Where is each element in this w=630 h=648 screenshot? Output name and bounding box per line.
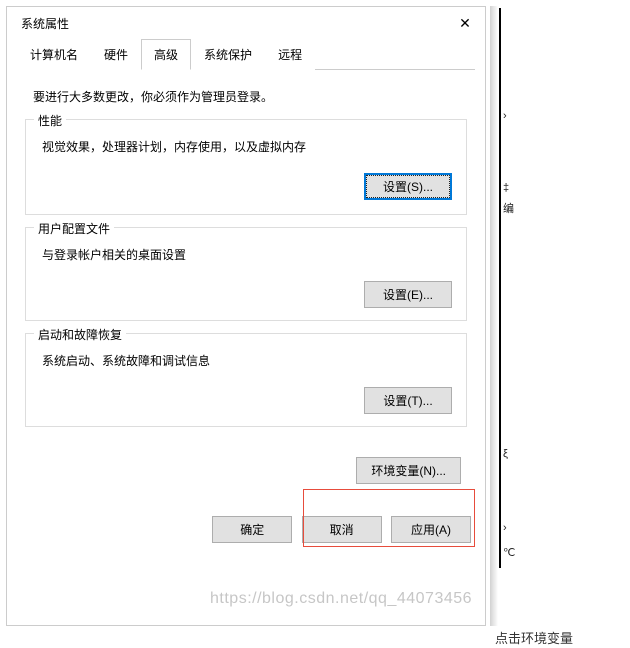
background-window-edge (499, 8, 505, 568)
admin-instruction: 要进行大多数更改，你必须作为管理员登录。 (33, 88, 467, 105)
dialog-footer: 确定 取消 应用(A) (7, 506, 485, 553)
tab-strip: 计算机名 硬件 高级 系统保护 远程 (17, 38, 475, 70)
tab-hardware[interactable]: 硬件 (91, 39, 141, 70)
group-startup-recovery: 启动和故障恢复 系统启动、系统故障和调试信息 设置(T)... (25, 333, 467, 427)
bg-mark-1: ‡ (503, 182, 509, 194)
environment-variables-button[interactable]: 环境变量(N)... (356, 457, 461, 484)
group-user-profile: 用户配置文件 与登录帐户相关的桌面设置 设置(E)... (25, 227, 467, 321)
bg-mark-arrow: › (503, 110, 507, 122)
close-icon[interactable]: ✕ (453, 15, 477, 32)
dialog-title: 系统属性 (21, 15, 69, 32)
group-startup-legend: 启动和故障恢复 (34, 326, 126, 343)
system-properties-dialog: 系统属性 ✕ 计算机名 硬件 高级 系统保护 远程 要进行大多数更改，你必须作为… (6, 6, 486, 626)
titlebar: 系统属性 ✕ (7, 7, 485, 38)
apply-button[interactable]: 应用(A) (391, 516, 471, 543)
bg-mark-3: ξ (503, 448, 508, 460)
group-user-profile-desc: 与登录帐户相关的桌面设置 (42, 246, 452, 263)
bg-mark-4: › (503, 522, 507, 534)
user-profile-settings-button[interactable]: 设置(E)... (364, 281, 452, 308)
tab-content-advanced: 要进行大多数更改，你必须作为管理员登录。 性能 视觉效果，处理器计划，内存使用，… (7, 70, 485, 506)
bg-mark-2: 编 (503, 200, 514, 216)
tab-advanced[interactable]: 高级 (141, 39, 191, 70)
performance-settings-button[interactable]: 设置(S)... (364, 173, 452, 200)
tab-system-protection[interactable]: 系统保护 (191, 39, 265, 70)
tab-remote[interactable]: 远程 (265, 39, 315, 70)
group-performance: 性能 视觉效果，处理器计划，内存使用，以及虚拟内存 设置(S)... (25, 119, 467, 215)
group-startup-desc: 系统启动、系统故障和调试信息 (42, 352, 452, 369)
ok-button[interactable]: 确定 (212, 516, 292, 543)
group-user-profile-legend: 用户配置文件 (34, 220, 114, 237)
dialog-shadow (490, 6, 498, 626)
tab-computer-name[interactable]: 计算机名 (17, 39, 91, 70)
group-performance-desc: 视觉效果，处理器计划，内存使用，以及虚拟内存 (42, 138, 452, 155)
group-performance-legend: 性能 (34, 112, 66, 129)
env-var-row: 环境变量(N)... (25, 439, 467, 498)
bg-mark-5: ℃ (503, 546, 515, 559)
cancel-button[interactable]: 取消 (302, 516, 382, 543)
figure-caption: 点击环境变量 (495, 628, 573, 647)
startup-settings-button[interactable]: 设置(T)... (364, 387, 452, 414)
